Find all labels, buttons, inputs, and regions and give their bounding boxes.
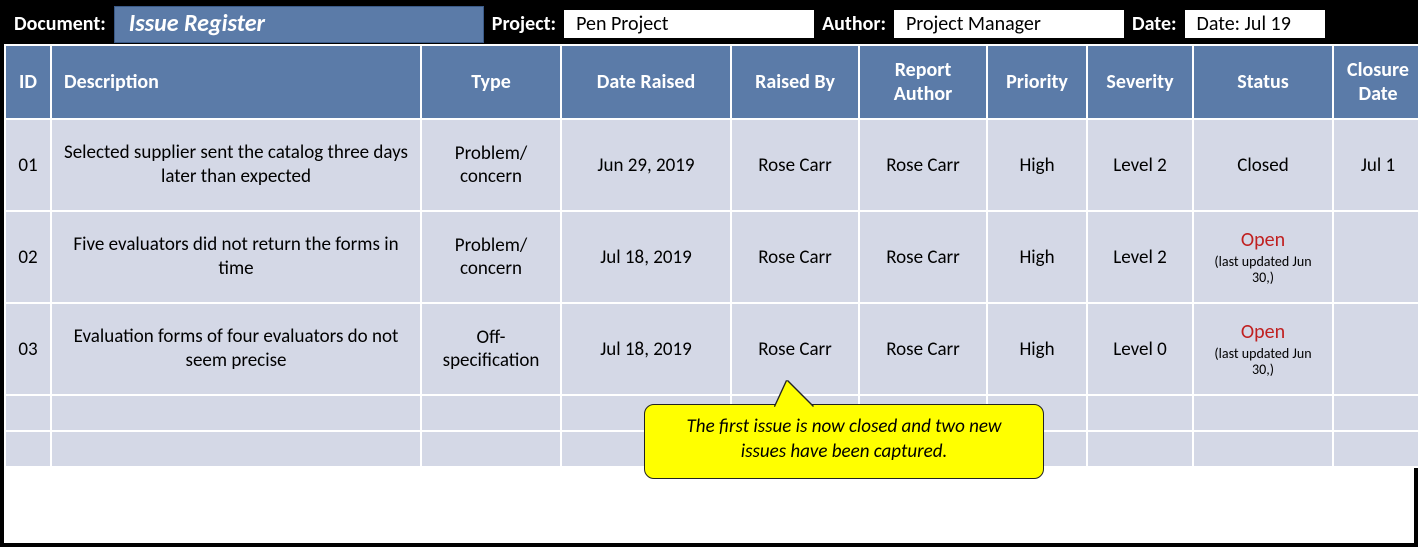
cell-report-author: Rose Carr: [859, 303, 987, 395]
document-title: Issue Register: [114, 6, 484, 43]
cell-raised-by: Rose Carr: [731, 211, 859, 303]
issue-register-document: Document: Issue Register Project: Pen Pr…: [0, 0, 1418, 547]
cell-severity: Level 2: [1087, 119, 1193, 211]
cell-id: 02: [5, 211, 51, 303]
col-priority: Priority: [987, 45, 1087, 119]
col-closure-date: Closure Date: [1333, 45, 1418, 119]
cell-id: 03: [5, 303, 51, 395]
cell-type: Problem/ concern: [421, 119, 561, 211]
table-header-row: ID Description Type Date Raised Raised B…: [5, 45, 1418, 119]
status-text: Open: [1204, 320, 1322, 344]
cell-severity: Level 0: [1087, 303, 1193, 395]
cell-description: Five evaluators did not return the forms…: [51, 211, 421, 303]
col-report-author: Report Author: [859, 45, 987, 119]
project-value: Pen Project: [564, 10, 814, 38]
cell-type: Problem/ concern: [421, 211, 561, 303]
cell-closure-date: Jul 1: [1333, 119, 1418, 211]
cell-date-raised: Jul 18, 2019: [561, 303, 731, 395]
table-row-blank: [5, 395, 1418, 431]
table-row: 01 Selected supplier sent the catalog th…: [5, 119, 1418, 211]
cell-report-author: Rose Carr: [859, 211, 987, 303]
cell-closure-date: [1333, 211, 1418, 303]
status-note: (last updated Jun 30,): [1204, 346, 1322, 378]
status-text: Open: [1204, 228, 1322, 252]
cell-raised-by: Rose Carr: [731, 119, 859, 211]
cell-date-raised: Jun 29, 2019: [561, 119, 731, 211]
cell-raised-by: Rose Carr: [731, 303, 859, 395]
cell-status: Closed: [1193, 119, 1333, 211]
cell-priority: High: [987, 119, 1087, 211]
cell-severity: Level 2: [1087, 211, 1193, 303]
cell-priority: High: [987, 211, 1087, 303]
table-row: 02 Five evaluators did not return the fo…: [5, 211, 1418, 303]
col-id: ID: [5, 45, 51, 119]
issue-table: ID Description Type Date Raised Raised B…: [4, 44, 1418, 468]
cell-closure-date: [1333, 303, 1418, 395]
status-note: (last updated Jun 30,): [1204, 254, 1322, 286]
author-label: Author:: [822, 12, 886, 36]
cell-status: Open (last updated Jun 30,): [1193, 303, 1333, 395]
cell-description: Evaluation forms of four evaluators do n…: [51, 303, 421, 395]
status-text: Closed: [1237, 154, 1288, 177]
cell-type: Off-specification: [421, 303, 561, 395]
col-raised-by: Raised By: [731, 45, 859, 119]
cell-priority: High: [987, 303, 1087, 395]
document-label: Document:: [14, 12, 106, 36]
cell-report-author: Rose Carr: [859, 119, 987, 211]
cell-date-raised: Jul 18, 2019: [561, 211, 731, 303]
date-label: Date:: [1132, 12, 1177, 36]
cell-id: 01: [5, 119, 51, 211]
col-description: Description: [51, 45, 421, 119]
table-row-blank: [5, 431, 1418, 467]
document-meta-bar: Document: Issue Register Project: Pen Pr…: [4, 4, 1414, 44]
col-status: Status: [1193, 45, 1333, 119]
col-type: Type: [421, 45, 561, 119]
cell-description: Selected supplier sent the catalog three…: [51, 119, 421, 211]
table-row: 03 Evaluation forms of four evaluators d…: [5, 303, 1418, 395]
cell-status: Open (last updated Jun 30,): [1193, 211, 1333, 303]
project-label: Project:: [492, 12, 556, 36]
author-value: Project Manager: [894, 10, 1124, 38]
date-value: Date: Jul 19: [1185, 10, 1325, 38]
col-date-raised: Date Raised: [561, 45, 731, 119]
col-severity: Severity: [1087, 45, 1193, 119]
